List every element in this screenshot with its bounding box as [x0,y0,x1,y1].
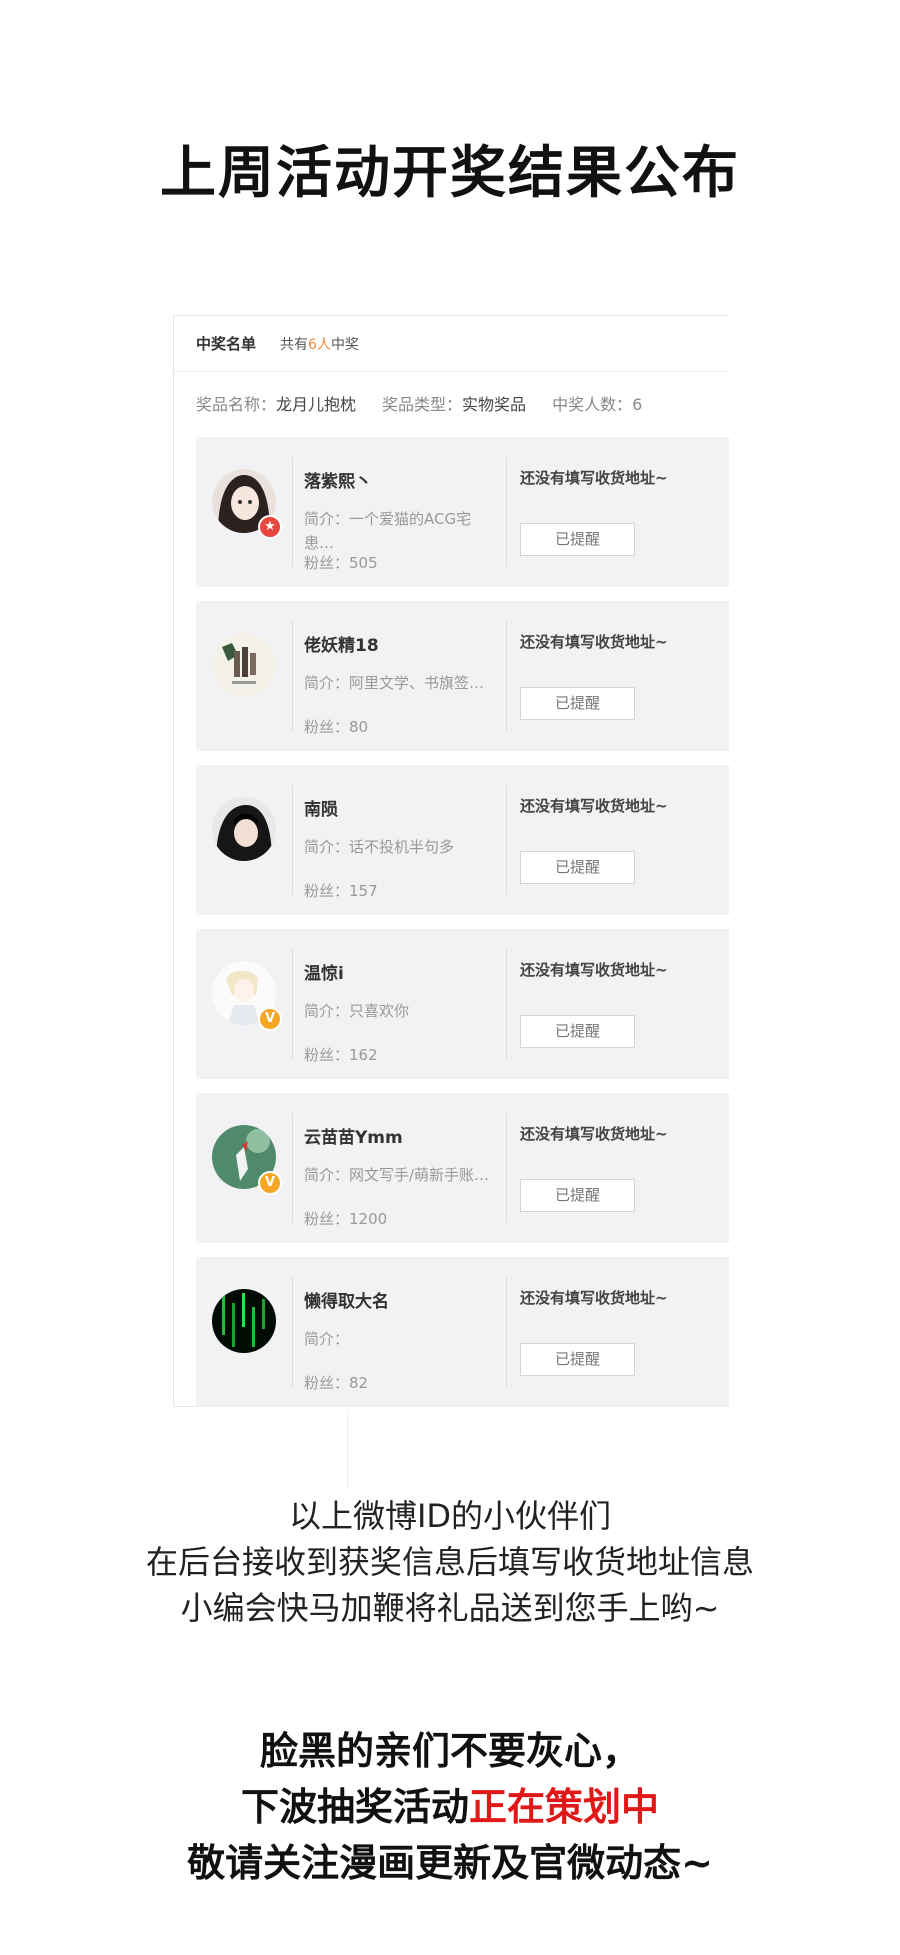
page-title: 上周活动开奖结果公布 [160,141,740,206]
reminded-button[interactable]: 已提醒 [520,851,635,884]
winner-count-value: 6 [632,395,643,414]
winner-intro: 简介： [304,1330,350,1348]
address-status: 还没有填写收货地址~ [520,961,668,979]
address-status: 还没有填写收货地址~ [520,633,668,651]
divider [506,1113,507,1223]
divider [292,457,293,567]
divider [506,621,507,731]
prize-type: 奖品类型：实物奖品 [382,391,526,415]
vip-badge-icon: V [258,1007,282,1031]
address-status: 还没有填写收货地址~ [520,797,668,815]
winner-intro: 简介：只喜欢你 [304,1002,410,1020]
closing-line-2-prefix: 下波抽奖活动 [240,1785,469,1829]
avatar[interactable]: V [212,1125,282,1195]
winner-intro: 简介：一个爱猫的ACG宅患… [304,510,472,552]
winner-fans: 粉丝：80 [304,718,369,736]
panel-title: 中奖名单 [196,335,257,353]
reminded-button[interactable]: 已提醒 [520,687,635,720]
closing-line-1: 脸黑的亲们不要灰心， [259,1729,640,1773]
winner-name[interactable]: 南陨 [304,795,338,820]
winner-card: V 云苗苗Ymm 简介：网文写手/萌新手账… 粉丝：1200 还没有填写收货地址… [196,1093,729,1243]
winner-name[interactable]: 佬妖精18 [304,631,379,656]
avatar[interactable] [212,633,276,697]
winner-card: 南陨 简介：话不投机半句多 粉丝：157 还没有填写收货地址~ 已提醒 [196,765,729,915]
reminded-button[interactable]: 已提醒 [520,523,635,556]
reminded-button[interactable]: 已提醒 [520,1343,635,1376]
divider [292,621,293,731]
prize-name-value: 龙月儿抱枕 [276,395,357,414]
count-suffix: 中奖 [330,336,359,353]
closing-line-3: 敬请关注漫画更新及官微动态~ [187,1841,713,1885]
winner-name[interactable]: 落紫熙丶 [304,467,372,492]
avatar-image [212,1289,276,1353]
winner-list-panel: 中奖名单 共有6人中奖 奖品名称：龙月儿抱枕 奖品类型：实物奖品 中奖人数：6 … [173,315,729,1407]
reminded-button[interactable]: 已提醒 [520,1015,635,1048]
closing-line-2: 下波抽奖活动正在策划中 [0,1779,900,1835]
prize-type-value: 实物奖品 [462,395,527,414]
reminded-button[interactable]: 已提醒 [520,1179,635,1212]
winner-fans: 粉丝：162 [304,1046,378,1064]
count-number: 6人 [308,336,331,353]
avatar[interactable] [212,1289,276,1353]
avatar[interactable] [212,797,276,861]
avatar-image [212,797,276,861]
notice-line-3: 小编会快马加鞭将礼品送到您手上哟~ [180,1589,720,1627]
divider [347,1410,348,1490]
winner-intro: 简介：网文写手/萌新手账… [304,1166,490,1184]
panel-header: 中奖名单 共有6人中奖 [174,316,728,372]
prize-type-label: 奖品类型： [382,395,463,414]
winner-intro: 简介：阿里文学、书旗签… [304,674,485,692]
divider [292,949,293,1059]
closing-highlight: 正在策划中 [469,1785,660,1829]
address-status: 还没有填写收货地址~ [520,1125,668,1143]
divider [292,1277,293,1387]
divider [292,785,293,895]
divider [506,785,507,895]
avatar[interactable]: V [212,961,282,1031]
winner-card: V 温惊i 简介：只喜欢你 粉丝：162 还没有填写收货地址~ 已提醒 [196,929,729,1079]
winner-fans: 粉丝：1200 [304,1210,388,1228]
winner-name[interactable]: 温惊i [304,959,344,984]
winner-name[interactable]: 云苗苗Ymm [304,1123,403,1148]
address-status: 还没有填写收货地址~ [520,469,668,487]
divider [292,1113,293,1223]
avatar[interactable]: ★ [212,469,282,539]
divider [506,949,507,1059]
avatar-image [212,633,276,697]
winner-count-label: 中奖人数： [552,395,633,414]
winner-fans: 粉丝：505 [304,554,378,572]
divider [506,1277,507,1387]
winner-card: 佬妖精18 简介：阿里文学、书旗签… 粉丝：80 还没有填写收货地址~ 已提醒 [196,601,729,751]
winner-count-summary: 共有6人中奖 [280,334,359,354]
divider [506,457,507,567]
prize-info: 奖品名称：龙月儿抱枕 奖品类型：实物奖品 中奖人数：6 [174,372,728,434]
winner-fans: 粉丝：82 [304,1374,369,1392]
winner-card: 懒得取大名 简介： 粉丝：82 还没有填写收货地址~ 已提醒 [196,1257,729,1407]
winner-card: ★ 落紫熙丶 简介：一个爱猫的ACG宅患… 粉丝：505 还没有填写收货地址~ … [196,437,729,587]
count-prefix: 共有 [280,336,309,353]
prize-name: 奖品名称：龙月儿抱枕 [196,391,356,415]
winner-intro: 简介：话不投机半句多 [304,838,455,856]
notice-line-1: 以上微博ID的小伙伴们 [288,1497,612,1535]
verified-v-icon: V [258,1171,282,1195]
star-badge-icon: ★ [258,515,282,539]
prize-name-label: 奖品名称： [196,395,277,414]
winner-fans: 粉丝：157 [304,882,378,900]
winner-count: 中奖人数：6 [552,391,642,415]
notice-line-2: 在后台接收到获奖信息后填写收货地址信息 [145,1543,754,1581]
winner-name[interactable]: 懒得取大名 [304,1287,389,1312]
address-status: 还没有填写收货地址~ [520,1289,668,1307]
